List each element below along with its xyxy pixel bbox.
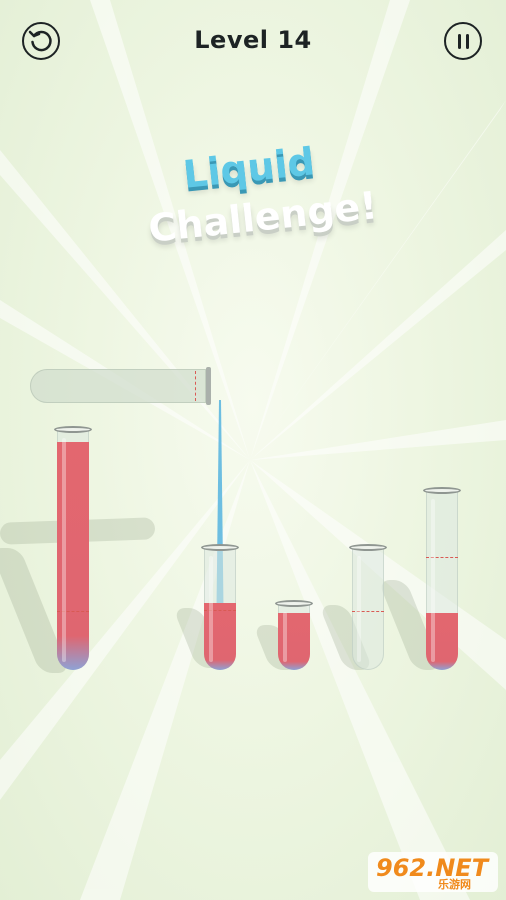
- pouring-tube[interactable]: [30, 367, 211, 405]
- watermark-logo: 962.NET 乐游网: [368, 852, 498, 892]
- watermark-brand: 962.NET: [376, 854, 489, 882]
- watermark-sub: 乐游网: [438, 878, 471, 891]
- level-label: Level 14: [194, 26, 312, 54]
- tube-1[interactable]: [54, 426, 92, 670]
- tube-5[interactable]: [423, 487, 461, 670]
- tube-3[interactable]: [275, 600, 313, 670]
- tube-4[interactable]: [349, 544, 387, 670]
- pause-button[interactable]: [444, 22, 482, 60]
- tube-2[interactable]: [201, 544, 239, 670]
- pause-icon: [457, 33, 469, 49]
